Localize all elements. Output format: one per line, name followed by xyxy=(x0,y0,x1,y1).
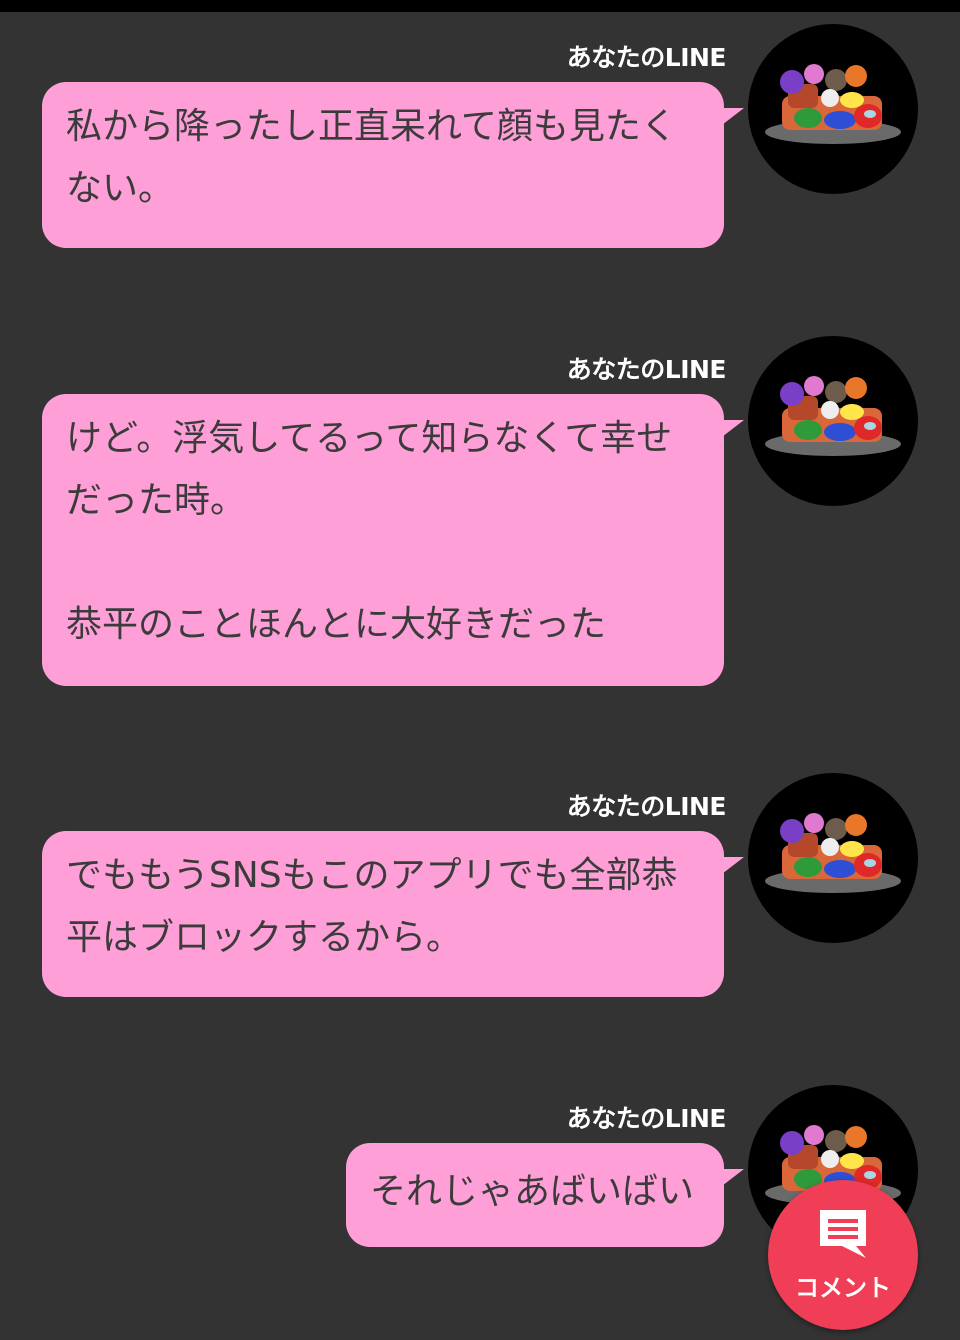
status-bar-edge xyxy=(0,0,960,12)
message-bubble[interactable]: けど。浮気してるって知らなくて幸せだった時。 恭平のことほんとに大好きだった xyxy=(42,394,724,686)
among-us-avatar-icon xyxy=(765,813,901,893)
message-bubble[interactable]: それじゃあばいばい xyxy=(346,1143,724,1247)
bubble-tail xyxy=(718,857,744,877)
comment-icon xyxy=(820,1210,866,1258)
avatar[interactable] xyxy=(748,773,918,943)
sender-name: あなたのLINE xyxy=(566,792,727,821)
among-us-avatar-icon xyxy=(765,376,901,456)
avatar[interactable] xyxy=(748,24,918,194)
bubble-tail xyxy=(718,420,744,440)
comment-button-label: コメント xyxy=(795,1274,891,1302)
message-bubble[interactable]: でももうSNSもこのアプリでも全部恭平はブロックするから。 xyxy=(42,831,724,997)
avatar[interactable] xyxy=(748,336,918,506)
comment-button[interactable]: コメント xyxy=(768,1180,918,1330)
sender-name: あなたのLINE xyxy=(566,355,727,384)
among-us-avatar-icon xyxy=(765,64,901,144)
message-bubble[interactable]: 私から降ったし正直呆れて顔も見たくない。 xyxy=(42,82,724,248)
sender-name: あなたのLINE xyxy=(566,43,727,72)
bubble-tail xyxy=(718,108,744,128)
sender-name: あなたのLINE xyxy=(566,1104,727,1133)
bubble-tail xyxy=(718,1169,744,1189)
